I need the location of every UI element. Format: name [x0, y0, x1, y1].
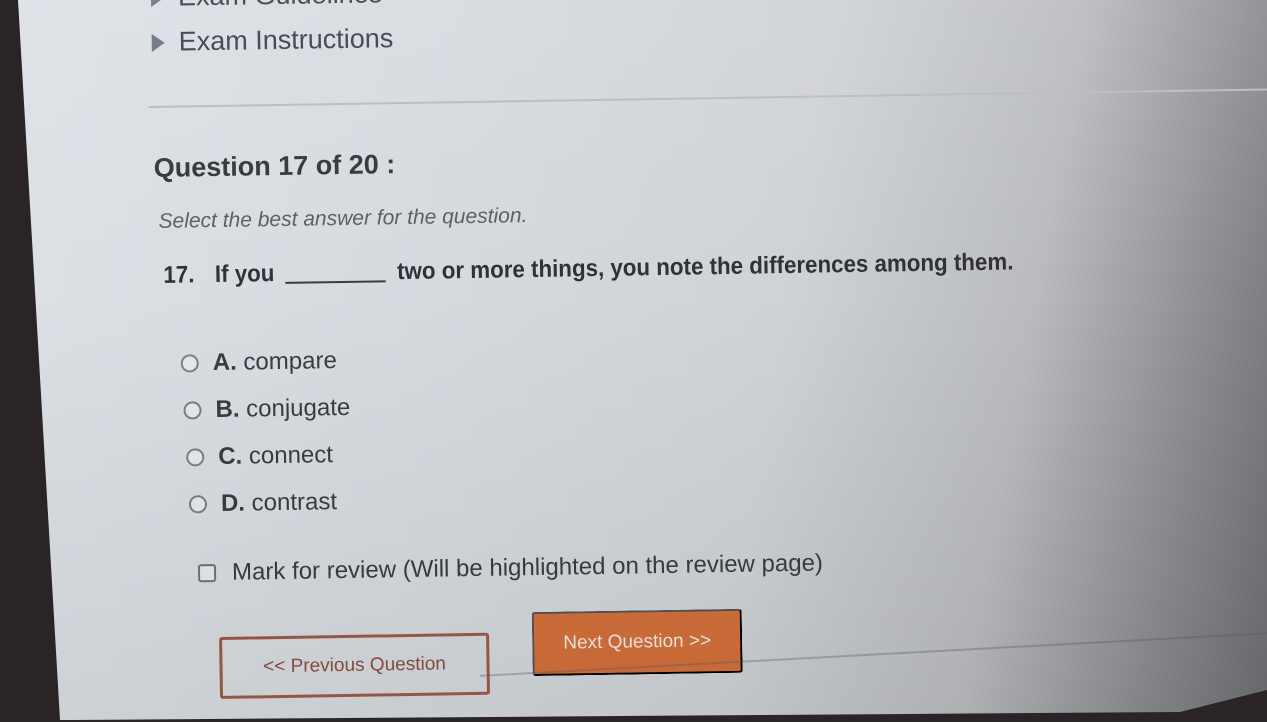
triangle-right-icon	[150, 0, 165, 7]
question-instruction: Select the best answer for the question.	[158, 204, 528, 233]
option-letter: C.	[218, 442, 243, 470]
exam-page: Exam Guidelines Exam Instructions Questi…	[18, 0, 1267, 720]
option-a[interactable]: A. compare	[180, 337, 349, 387]
radio-button[interactable]	[180, 353, 199, 373]
question-number: 17.	[163, 261, 195, 289]
section-label: Exam Guidelines	[178, 0, 383, 13]
radio-button[interactable]	[188, 494, 208, 513]
option-text: connect	[248, 440, 334, 469]
option-letter: A.	[212, 348, 237, 376]
mark-for-review[interactable]: Mark for review (Will be highlighted on …	[197, 549, 824, 587]
radio-button[interactable]	[186, 447, 205, 466]
triangle-right-icon	[151, 33, 165, 52]
question-title: Question 17 of 20 :	[153, 149, 396, 183]
option-b[interactable]: B. conjugate	[183, 384, 350, 434]
option-c[interactable]: C. connect	[186, 431, 351, 481]
option-text: conjugate	[245, 393, 351, 423]
option-d[interactable]: D. contrast	[188, 478, 352, 528]
question-text: 17. If you two or more things, you note th…	[163, 248, 1013, 289]
radio-button[interactable]	[183, 400, 202, 420]
section-exam-instructions[interactable]: Exam Instructions	[151, 23, 394, 58]
question-text-after: two or more things, you note the differe…	[396, 248, 1014, 286]
section-exam-guidelines[interactable]: Exam Guidelines	[150, 0, 383, 13]
option-text: compare	[243, 346, 337, 376]
divider	[148, 88, 1267, 109]
review-checkbox[interactable]	[197, 564, 217, 583]
question-text-before: If you	[214, 260, 275, 289]
screen: Exam Guidelines Exam Instructions Questi…	[18, 0, 1267, 720]
section-label: Exam Instructions	[178, 23, 394, 57]
answer-options: A. compare B. conjugate C. connect D. co…	[180, 337, 352, 528]
answer-blank	[285, 279, 387, 284]
review-label: Mark for review (Will be highlighted on …	[231, 549, 824, 586]
previous-question-button[interactable]: << Previous Question	[219, 632, 491, 699]
option-letter: B.	[215, 395, 240, 423]
option-letter: D.	[220, 489, 246, 517]
option-text: contrast	[251, 487, 338, 516]
